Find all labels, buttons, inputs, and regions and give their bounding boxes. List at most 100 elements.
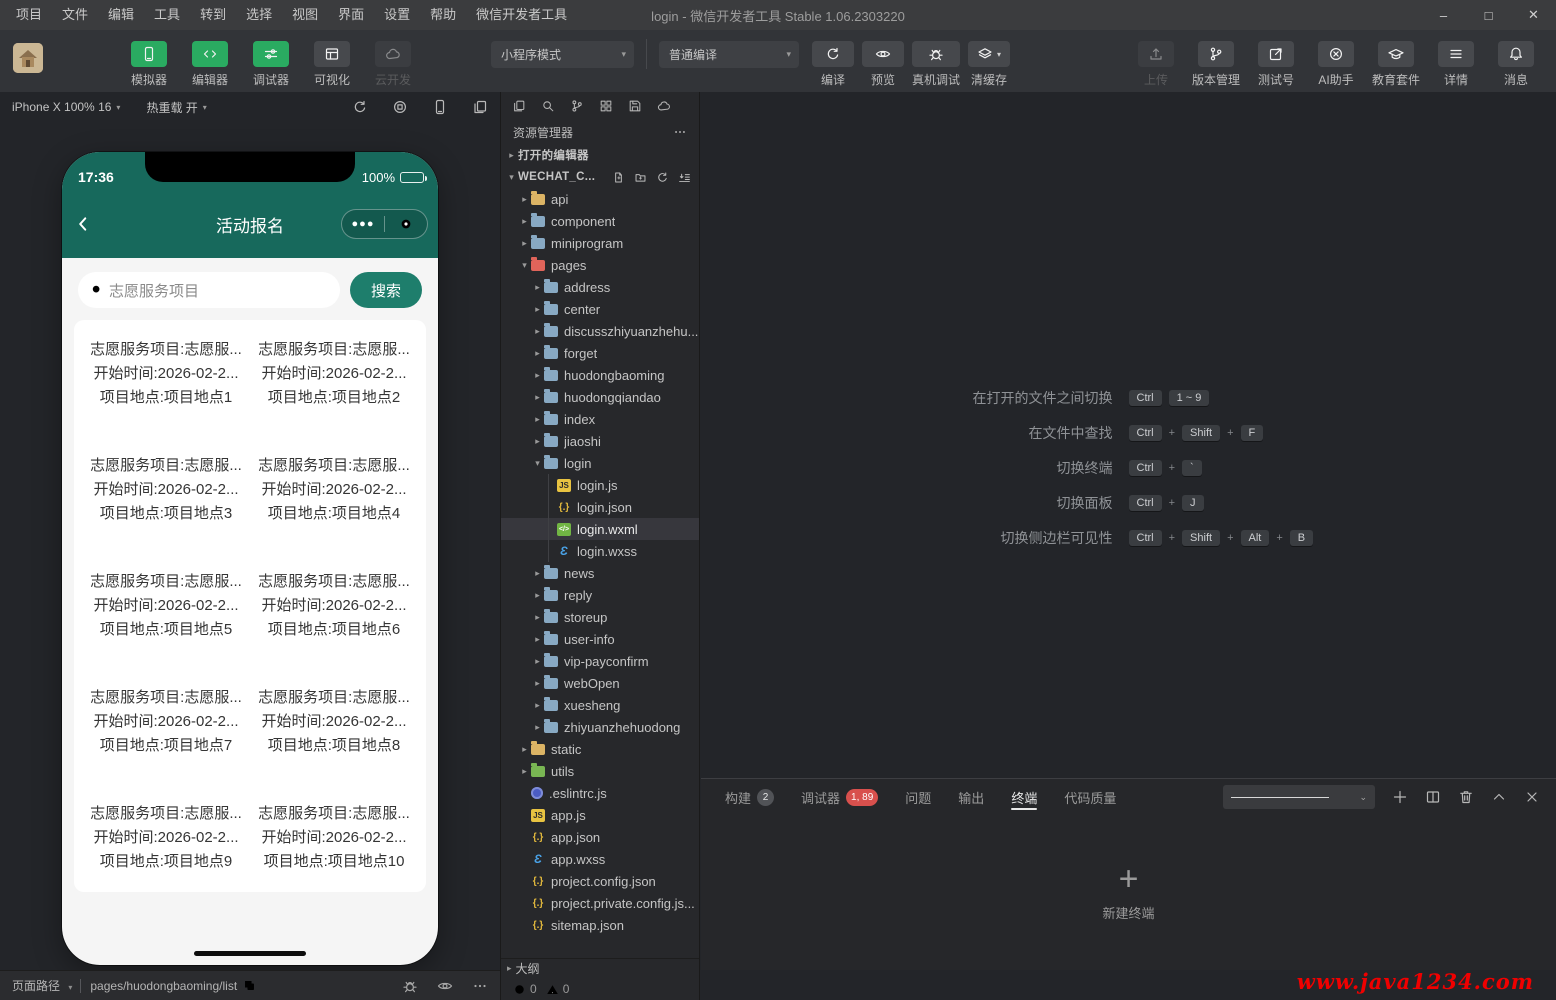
tree-item-login.json[interactable]: {.} login.json — [501, 496, 699, 518]
files-icon[interactable] — [512, 99, 526, 113]
compile-select[interactable]: 普通编译 ▾ — [659, 41, 799, 68]
tree-item-user-info[interactable]: ▸ user-info — [501, 628, 699, 650]
tree-item-utils[interactable]: ▸ utils — [501, 760, 699, 782]
menu-11[interactable]: 微信开发者工具 — [466, 0, 577, 30]
user-avatar[interactable] — [13, 43, 43, 73]
bug-icon[interactable] — [402, 978, 418, 994]
project-item-9[interactable]: 志愿服务项目:志愿服... 开始时间:2026-02-2... 项目地点:项目地… — [82, 802, 250, 874]
panel-tab-输出[interactable]: 输出 — [958, 779, 984, 815]
trash-icon[interactable] — [1458, 789, 1474, 805]
tree-item-jiaoshi[interactable]: ▸ jiaoshi — [501, 430, 699, 452]
search-button[interactable]: 搜索 — [350, 272, 422, 308]
toolbar-button-branch[interactable]: 版本管理 — [1192, 41, 1240, 88]
project-item-10[interactable]: 志愿服务项目:志愿服... 开始时间:2026-02-2... 项目地点:项目地… — [250, 802, 418, 874]
panel-tab-代码质量[interactable]: 代码质量 — [1064, 779, 1116, 815]
project-item-8[interactable]: 志愿服务项目:志愿服... 开始时间:2026-02-2... 项目地点:项目地… — [250, 686, 418, 758]
tree-item-miniprogram[interactable]: ▸ miniprogram — [501, 232, 699, 254]
tree-item-address[interactable]: ▸ address — [501, 276, 699, 298]
toolbar-button-bug[interactable]: 真机调试 — [909, 41, 963, 88]
menu-10[interactable]: 帮助 — [420, 0, 466, 30]
tree-item-index[interactable]: ▸ index — [501, 408, 699, 430]
more-dots-icon[interactable] — [472, 978, 488, 994]
record-icon[interactable] — [392, 99, 408, 115]
tree-item-login[interactable]: ▾ login — [501, 452, 699, 474]
menu-1[interactable]: 项目 — [6, 0, 52, 30]
project-item-4[interactable]: 志愿服务项目:志愿服... 开始时间:2026-02-2... 项目地点:项目地… — [250, 454, 418, 526]
multi-window-icon[interactable] — [472, 99, 488, 115]
toolbar-button-external[interactable]: 测试号 — [1252, 41, 1300, 88]
tree-item-login.wxss[interactable]: Ɛlogin.wxss — [501, 540, 699, 562]
tree-item-sitemap.json[interactable]: {.} sitemap.json — [501, 914, 699, 936]
tree-item-discusszhiyuanzhehu...[interactable]: ▸ discusszhiyuanzhehu... — [501, 320, 699, 342]
new-file-icon[interactable] — [612, 171, 625, 184]
tree-item-app.js[interactable]: JS app.js — [501, 804, 699, 826]
more-dots-icon[interactable] — [673, 125, 687, 139]
close-panel-icon[interactable] — [1524, 789, 1540, 805]
tree-item-xuesheng[interactable]: ▸ xuesheng — [501, 694, 699, 716]
toolbar-button-ai[interactable]: AI助手 — [1312, 41, 1360, 88]
branch-icon[interactable] — [570, 99, 584, 113]
tree-item-wechat-c...[interactable]: ▾ WECHAT_C... — [501, 166, 699, 188]
tree-item--[interactable]: ▸ 打开的编辑器 — [501, 144, 699, 166]
tree-item-vip-payconfirm[interactable]: ▸ vip-payconfirm — [501, 650, 699, 672]
toolbar-button-sliders[interactable]: 调试器 — [247, 41, 295, 88]
tree-item-login.wxml[interactable]: </> login.wxml — [501, 518, 699, 540]
save-icon[interactable] — [628, 99, 642, 113]
project-item-5[interactable]: 志愿服务项目:志愿服... 开始时间:2026-02-2... 项目地点:项目地… — [82, 570, 250, 642]
project-item-7[interactable]: 志愿服务项目:志愿服... 开始时间:2026-02-2... 项目地点:项目地… — [82, 686, 250, 758]
rotate-icon[interactable] — [352, 99, 368, 115]
back-icon[interactable] — [74, 215, 92, 233]
more-icon[interactable]: ●●● — [342, 218, 384, 230]
maximize-panel-icon[interactable] — [1491, 789, 1507, 805]
tree-item-webopen[interactable]: ▸ webOpen — [501, 672, 699, 694]
panel-tab-调试器[interactable]: 调试器 1, 89 — [801, 779, 879, 815]
tree-item-app.json[interactable]: {.} app.json — [501, 826, 699, 848]
tree-item-project.private.config.js...[interactable]: {.} project.private.config.js... — [501, 892, 699, 914]
menu-2[interactable]: 文件 — [52, 0, 98, 30]
tree-item-app.wxss[interactable]: Ɛapp.wxss — [501, 848, 699, 870]
cloud-icon[interactable] — [657, 99, 671, 113]
structure-icon[interactable] — [599, 99, 613, 113]
menu-9[interactable]: 设置 — [374, 0, 420, 30]
tree-item-reply[interactable]: ▸ reply — [501, 584, 699, 606]
tree-item-center[interactable]: ▸ center — [501, 298, 699, 320]
tree-item-huodongqiandao[interactable]: ▸ huodongqiandao — [501, 386, 699, 408]
tree-item-project.config.json[interactable]: {.} project.config.json — [501, 870, 699, 892]
new-terminal-label[interactable]: 新建终端 — [1102, 903, 1154, 922]
panel-tab-构建[interactable]: 构建 2 — [725, 779, 775, 815]
hot-reload-toggle[interactable]: 热重载 开 ▾ — [146, 99, 206, 116]
project-item-3[interactable]: 志愿服务项目:志愿服... 开始时间:2026-02-2... 项目地点:项目地… — [82, 454, 250, 526]
exit-target-icon[interactable] — [385, 217, 427, 231]
copy-icon[interactable] — [243, 979, 256, 992]
close-button[interactable]: ✕ — [1511, 0, 1556, 30]
toolbar-button-layers[interactable]: ▾ 清缓存 — [965, 41, 1013, 88]
terminal-select[interactable]: ⌄ — [1223, 785, 1375, 809]
menu-5[interactable]: 转到 — [190, 0, 236, 30]
maximize-button[interactable]: □ — [1466, 0, 1511, 30]
collapse-all-icon[interactable] — [678, 171, 691, 184]
project-item-6[interactable]: 志愿服务项目:志愿服... 开始时间:2026-02-2... 项目地点:项目地… — [250, 570, 418, 642]
new-folder-icon[interactable] — [634, 171, 647, 184]
split-panel-icon[interactable] — [1425, 789, 1441, 805]
device-frame-icon[interactable] — [432, 99, 448, 115]
tree-item-static[interactable]: ▸ static — [501, 738, 699, 760]
search-input[interactable]: 志愿服务项目 — [78, 272, 340, 308]
toolbar-button-grid[interactable]: 可视化 — [308, 41, 356, 88]
device-select[interactable]: iPhone X 100% 16 ▾ — [12, 100, 120, 114]
minimize-button[interactable]: – — [1421, 0, 1466, 30]
refresh-icon[interactable] — [656, 171, 669, 184]
toolbar-button-phone[interactable]: 模拟器 — [125, 41, 173, 88]
search-icon[interactable] — [541, 99, 555, 113]
tree-item-zhiyuanzhehuodong[interactable]: ▸ zhiyuanzhehuodong — [501, 716, 699, 738]
tree-item-.eslintrc.js[interactable]: .eslintrc.js — [501, 782, 699, 804]
page-path-select[interactable]: 页面路径 ▾ — [12, 977, 80, 994]
toolbar-button-code[interactable]: 编辑器 — [186, 41, 234, 88]
panel-tab-终端[interactable]: 终端 — [1011, 779, 1037, 815]
menu-6[interactable]: 选择 — [236, 0, 282, 30]
tree-item-storeup[interactable]: ▸ storeup — [501, 606, 699, 628]
menu-7[interactable]: 视图 — [282, 0, 328, 30]
mode-select[interactable]: 小程序模式 ▾ — [491, 41, 634, 68]
menu-8[interactable]: 界面 — [328, 0, 374, 30]
tree-item-component[interactable]: ▸ component — [501, 210, 699, 232]
toolbar-button-refresh[interactable]: 编译 — [809, 41, 857, 88]
